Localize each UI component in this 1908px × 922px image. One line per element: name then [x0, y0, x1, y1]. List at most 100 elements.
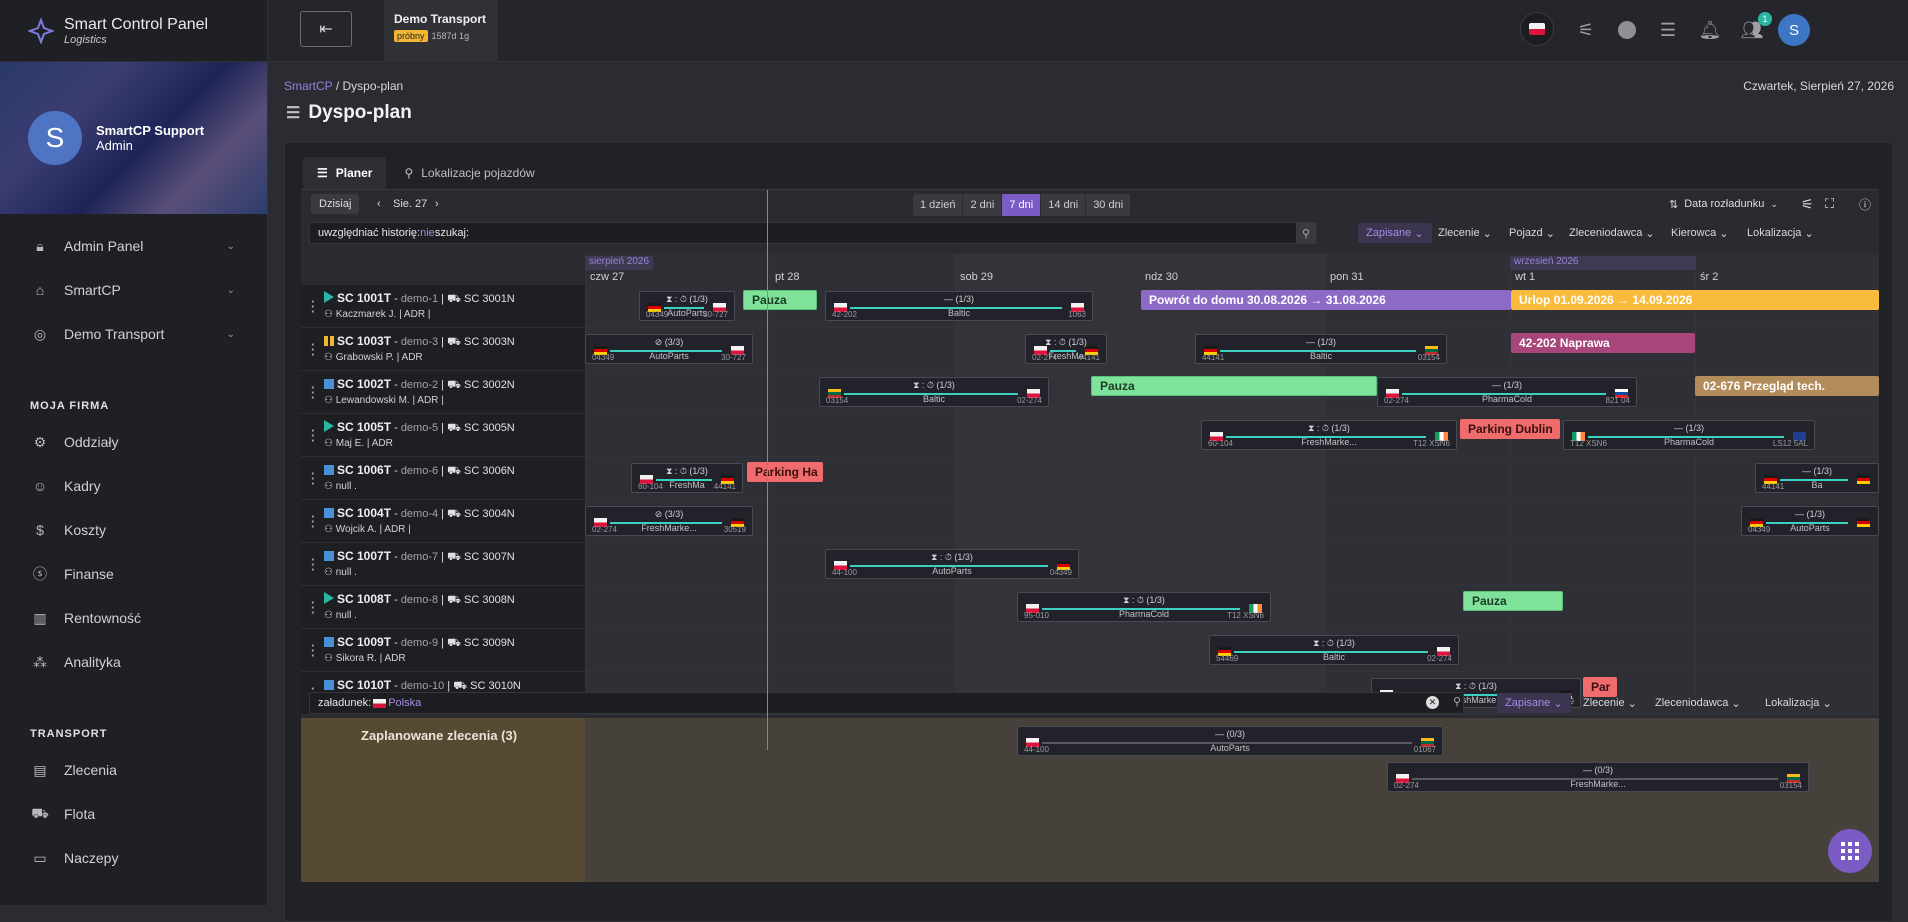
users-icon[interactable]: 👥︎1: [1736, 14, 1768, 46]
row-menu-icon[interactable]: ···: [311, 514, 315, 529]
unload-code: 30519: [724, 525, 746, 534]
vehicle-row[interactable]: ···SC 1002T - demo-2 | ⛟ SC 3002N⚇ Lewan…: [301, 371, 585, 414]
user-avatar-button[interactable]: S: [1778, 14, 1810, 46]
sort-dropdown[interactable]: ⇅Data rozładunku⌄: [1661, 194, 1786, 214]
search-icon[interactable]: ⚲: [1296, 223, 1316, 243]
profile-card[interactable]: S SmartCP SupportAdmin: [0, 62, 267, 214]
fullscreen-icon[interactable]: ⛶: [1817, 194, 1842, 214]
order-bar[interactable]: ⧗ : ⏱ (1/3)AutoParts44-10004349: [825, 549, 1079, 579]
load-filter-bar[interactable]: załadunek:Polska ✕ ⚲: [309, 692, 1464, 714]
order-bar[interactable]: — (1/3)Baltic4414103154: [1195, 334, 1447, 364]
brand[interactable]: Smart Control PanelLogistics: [0, 0, 267, 62]
apps-grid-button[interactable]: [1828, 829, 1872, 873]
nav-admin-panel[interactable]: 🔒︎Admin Panel⌄: [0, 224, 267, 268]
planned-order-bar[interactable]: — (0/3)AutoParts44-10001067: [1017, 726, 1443, 756]
tab-planer[interactable]: ☰Planer: [303, 157, 386, 189]
nav-finanse[interactable]: ⓢFinanse: [0, 552, 267, 596]
row-menu-icon[interactable]: ···: [311, 342, 315, 357]
vehicle-row[interactable]: ···SC 1004T - demo-4 | ⛟ SC 3004N⚇ Wojci…: [301, 500, 585, 543]
order-bar[interactable]: ⧗ : ⏱ (1/3)FreshMa02-27444141: [1025, 334, 1107, 364]
filter2-lokalizacja[interactable]: Lokalizacja ⌄: [1765, 693, 1832, 713]
nav-kadry[interactable]: ☺︎Kadry: [0, 464, 267, 508]
nav-flota[interactable]: ⛟Flota: [0, 792, 267, 836]
row-menu-icon[interactable]: ···: [311, 299, 315, 314]
clear-filter-icon[interactable]: ✕: [1426, 696, 1439, 709]
nav-naczepy[interactable]: ▭Naczepy: [0, 836, 267, 880]
order-bar[interactable]: — (1/3)AutoParts04349: [1741, 506, 1879, 536]
nav-demo-transport[interactable]: ◎Demo Transport⌄: [0, 312, 267, 356]
row-menu-icon[interactable]: ···: [311, 385, 315, 400]
breadcrumb-root-link[interactable]: SmartCP: [284, 79, 332, 93]
theme-toggle-icon[interactable]: [1611, 14, 1643, 46]
filter-zleceniodawca[interactable]: Zleceniodawca ⌄: [1569, 223, 1655, 243]
row-menu-icon[interactable]: ···: [311, 643, 315, 658]
bell-icon[interactable]: 🔔︎: [1694, 14, 1726, 46]
vehicle-row[interactable]: ···SC 1007T - demo-7 | ⛟ SC 3007N⚇ null …: [301, 543, 585, 586]
status-pill[interactable]: 42-202 Naprawa: [1511, 333, 1695, 353]
order-bar[interactable]: ⊘ (3/3)AutoParts0434930-727: [585, 334, 753, 364]
filter-zlecenie[interactable]: Zlecenie ⌄: [1438, 223, 1492, 243]
order-bar[interactable]: ⧗ : ⏱ (1/3)Baltic0315402-274: [819, 377, 1049, 407]
range-30-days[interactable]: 30 dni: [1086, 194, 1131, 216]
filter-pojazd[interactable]: Pojazd ⌄: [1509, 223, 1555, 243]
menu-icon[interactable]: ☰: [1652, 14, 1684, 46]
nav-smartcp[interactable]: ⌂SmartCP⌄: [0, 268, 267, 312]
order-bar[interactable]: — (1/3)Ba44141: [1755, 463, 1879, 493]
range-1-day[interactable]: 1 dzień: [913, 194, 963, 216]
order-bar[interactable]: ⧗ : ⏱ (1/3)Baltic5446902-274: [1209, 635, 1459, 665]
today-button[interactable]: Dzisiaj: [311, 194, 359, 214]
vehicle-row[interactable]: ···SC 1005T - demo-5 | ⛟ SC 3005N⚇ Maj E…: [301, 414, 585, 457]
filter2-zapisane[interactable]: Zapisane ⌄: [1497, 693, 1571, 713]
language-flag-button[interactable]: [1520, 12, 1554, 46]
nav-analityka[interactable]: ⁂Analityka: [0, 640, 267, 684]
filter-zapisane[interactable]: Zapisane ⌄: [1358, 223, 1432, 243]
nav-zlecenia[interactable]: ▤Zlecenia: [0, 748, 267, 792]
order-bar[interactable]: ⧗ : ⏱ (1/3)AutoParts0434930-727: [639, 291, 735, 321]
company-switcher[interactable]: Demo Transport próbny1587d 1g: [384, 0, 498, 62]
order-bar[interactable]: — (1/3)PharmaColdT12 XSN6LS12 5AL: [1563, 420, 1815, 450]
order-bar[interactable]: ⧗ : ⏱ (1/3)FreshMarke...60-104T12 XSN6: [1201, 420, 1457, 450]
filter-kierowca[interactable]: Kierowca ⌄: [1671, 223, 1729, 243]
row-menu-icon[interactable]: ···: [311, 471, 315, 486]
range-7-days[interactable]: 7 dni: [1002, 194, 1041, 216]
order-bar[interactable]: — (1/3)PharmaCold02-274821 04: [1377, 377, 1637, 407]
order-bar[interactable]: ⧗ : ⏱ (1/3)PharmaCold95-010T12 XSN6: [1017, 592, 1271, 622]
next-date-button[interactable]: ›: [427, 194, 447, 214]
filter2-zleceniodawca[interactable]: Zleceniodawca ⌄: [1655, 693, 1741, 713]
planned-order-bar[interactable]: — (0/3)FreshMarke...02-27403154: [1387, 762, 1809, 792]
filter2-zlecenie[interactable]: Zlecenie ⌄: [1583, 693, 1637, 713]
vehicle-row[interactable]: ···SC 1008T - demo-8 | ⛟ SC 3008N⚇ null …: [301, 586, 585, 629]
info-icon[interactable]: ⓘ: [1851, 194, 1879, 214]
status-pill[interactable]: Pauza: [1463, 591, 1563, 611]
status-pill[interactable]: Parking Ha: [747, 462, 823, 482]
search-filter-bar[interactable]: uwzględniać historię:nie szukaj: ⚲: [309, 222, 1317, 244]
nav-oddzialy[interactable]: ⚙︎Oddziały: [0, 420, 267, 464]
vehicle-row[interactable]: ···SC 1006T - demo-6 | ⛟ SC 3006N⚇ null …: [301, 457, 585, 500]
search-icon[interactable]: ⚲: [1453, 695, 1461, 708]
collapse-sidebar-button[interactable]: ⇤: [300, 11, 352, 47]
order-bar[interactable]: ⧗ : ⏱ (1/3)FreshMa60-10444141: [631, 463, 743, 493]
settings-sliders-icon[interactable]: ⚟: [1570, 14, 1602, 46]
nav-koszty[interactable]: $Koszty: [0, 508, 267, 552]
vehicle-row[interactable]: ···SC 1003T - demo-3 | ⛟ SC 3003N⚇ Grabo…: [301, 328, 585, 371]
order-bar[interactable]: ⊘ (3/3)FreshMarke...02-27430519: [585, 506, 753, 536]
order-bar[interactable]: — (1/3)Baltic42-2021063: [825, 291, 1093, 321]
status-pill[interactable]: 02-676 Przegląd tech.: [1695, 376, 1879, 396]
status-pill[interactable]: Pauza: [1091, 376, 1377, 396]
vehicle-row[interactable]: ···SC 1009T - demo-9 | ⛟ SC 3009N⚇ Sikor…: [301, 629, 585, 672]
status-pill[interactable]: Powrót do domu 30.08.2026 → 31.08.2026: [1141, 290, 1511, 310]
row-menu-icon[interactable]: ···: [311, 557, 315, 572]
range-14-days[interactable]: 14 dni: [1041, 194, 1086, 216]
status-pill[interactable]: Parking Dublin: [1460, 419, 1560, 439]
status-pill[interactable]: Pauza: [743, 290, 817, 310]
status-pill[interactable]: Urlop 01.09.2026 → 14.09.2026: [1511, 290, 1879, 310]
range-2-days[interactable]: 2 dni: [963, 194, 1002, 216]
history-toggle[interactable]: nie: [420, 227, 435, 239]
filter-lokalizacja[interactable]: Lokalizacja ⌄: [1747, 223, 1814, 243]
row-menu-icon[interactable]: ···: [311, 428, 315, 443]
client-name: AutoParts: [826, 566, 1078, 576]
nav-rentownosc[interactable]: ▥Rentowność: [0, 596, 267, 640]
tab-lokalizacje[interactable]: ⚲Lokalizacje pojazdów: [390, 157, 548, 189]
row-menu-icon[interactable]: ···: [311, 600, 315, 615]
vehicle-row[interactable]: ···SC 1001T - demo-1 | ⛟ SC 3001N⚇ Kaczm…: [301, 285, 585, 328]
